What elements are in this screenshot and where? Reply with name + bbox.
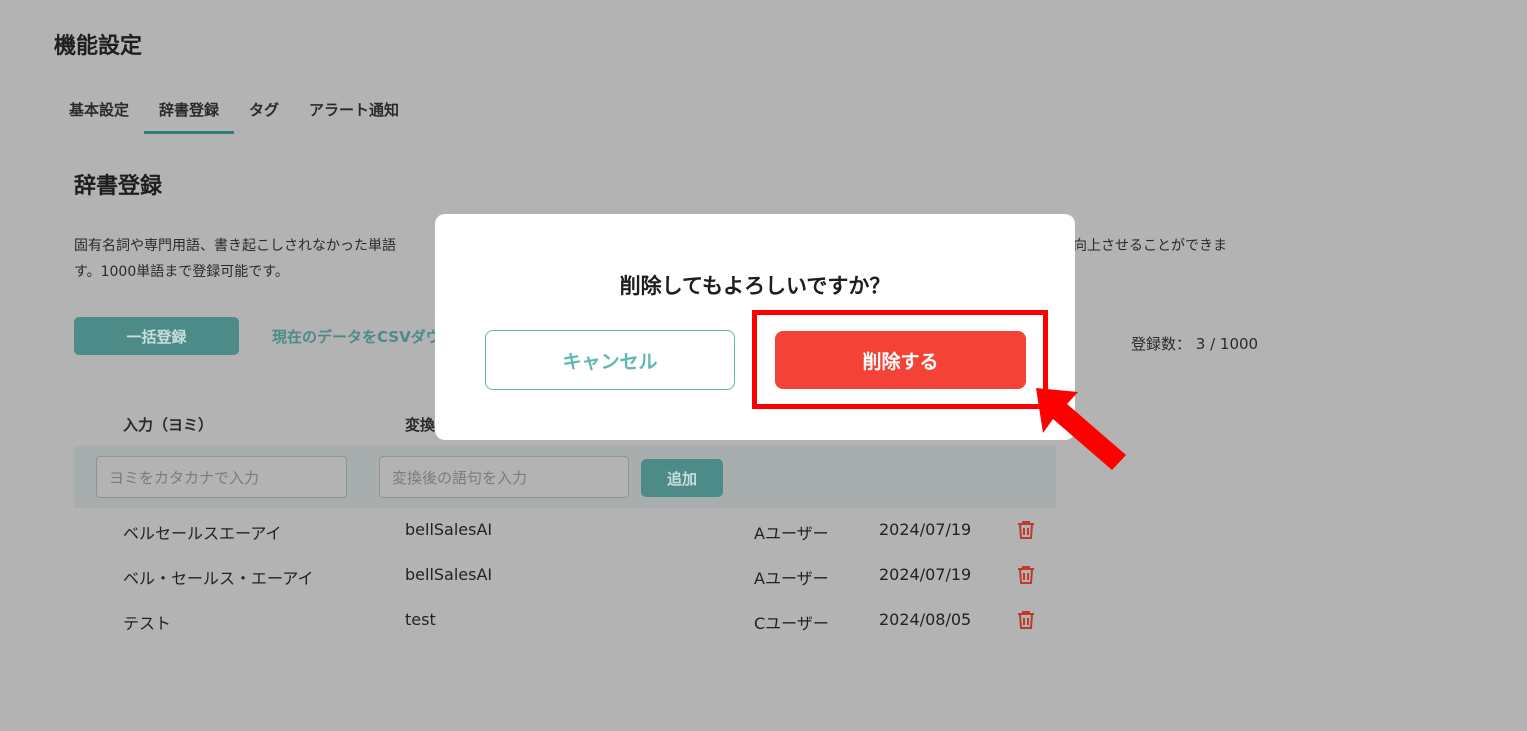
table-row: ベルセールスエーアイ bellSalesAI Aユーザー 2024/07/19 <box>74 516 1056 546</box>
row-yomi: ベルセールスエーアイ <box>123 524 282 543</box>
row-user: Aユーザー <box>754 569 829 588</box>
tab-basic-settings[interactable]: 基本設定 <box>54 96 144 134</box>
cancel-button[interactable]: キャンセル <box>485 330 735 390</box>
input-row: ヨミをカタカナで入力 変換後の語句を入力 追加 <box>74 446 1056 508</box>
yomi-input[interactable]: ヨミをカタカナで入力 <box>96 456 347 498</box>
tab-bar: 基本設定 辞書登録 タグ アラート通知 <box>54 96 414 134</box>
tab-tags[interactable]: タグ <box>234 96 294 134</box>
row-user: Cユーザー <box>754 614 829 633</box>
row-converted: test <box>405 610 436 629</box>
bulk-register-button[interactable]: 一括登録 <box>74 317 239 355</box>
table-row: ベル・セールス・エーアイ bellSalesAI Aユーザー 2024/07/1… <box>74 561 1056 591</box>
row-date: 2024/07/19 <box>879 565 972 584</box>
red-arrow-icon <box>1036 388 1126 470</box>
row-yomi: ベル・セールス・エーアイ <box>123 569 314 588</box>
registration-count: 登録数： 3 / 1000 <box>1131 335 1259 353</box>
yomi-input-placeholder: ヨミをカタカナで入力 <box>109 468 260 487</box>
column-header-converted: 変換 <box>405 416 436 434</box>
trash-icon[interactable] <box>1014 608 1038 632</box>
row-date: 2024/08/05 <box>879 610 972 629</box>
annotation-highlight-box <box>752 310 1048 409</box>
trash-icon[interactable] <box>1014 518 1038 542</box>
row-converted: bellSalesAI <box>405 565 493 584</box>
row-user: Aユーザー <box>754 524 829 543</box>
page-title: 機能設定 <box>54 34 143 59</box>
row-date: 2024/07/19 <box>879 520 972 539</box>
converted-input[interactable]: 変換後の語句を入力 <box>379 456 629 498</box>
tab-alert-notification[interactable]: アラート通知 <box>294 96 414 134</box>
csv-download-link[interactable]: 現在のデータをCSVダウ <box>272 326 441 347</box>
column-header-yomi: 入力（ヨミ） <box>123 416 214 434</box>
table-row: テスト test Cユーザー 2024/08/05 <box>74 606 1056 636</box>
dialog-title: 削除してもよろしいですか？ <box>619 274 891 298</box>
row-yomi: テスト <box>123 614 172 633</box>
tab-dictionary[interactable]: 辞書登録 <box>144 96 235 134</box>
section-description-line1-left: 固有名詞や専門用語、書き起こしされなかった単語 <box>74 238 396 254</box>
section-title: 辞書登録 <box>74 174 163 199</box>
add-button[interactable]: 追加 <box>641 459 723 497</box>
trash-icon[interactable] <box>1014 563 1038 587</box>
row-converted: bellSalesAI <box>405 520 493 539</box>
section-description-line2: す。1000単語まで登録可能です。 <box>74 264 289 280</box>
section-description-line1-right: 向上させることができま <box>1073 238 1227 254</box>
converted-input-placeholder: 変換後の語句を入力 <box>392 468 528 487</box>
